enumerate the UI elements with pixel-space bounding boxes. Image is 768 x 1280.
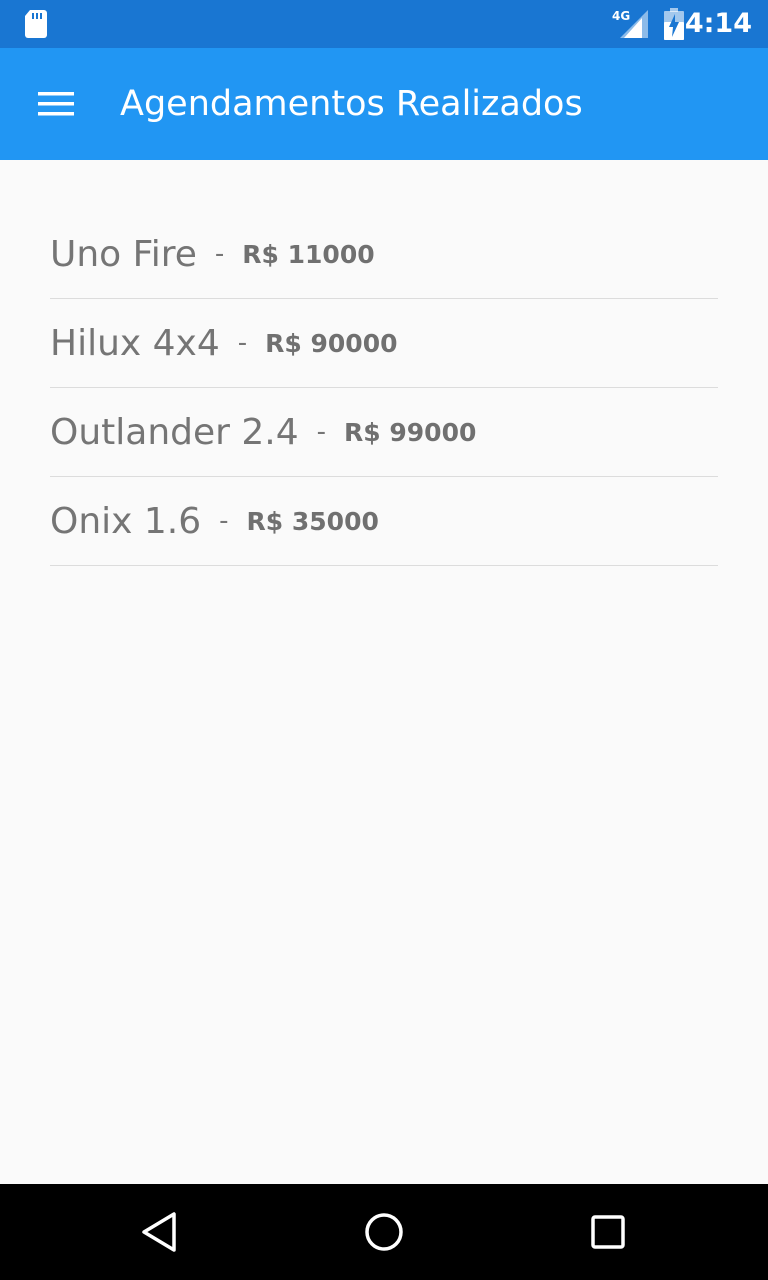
appointments-list: Uno Fire - R$ 11000 Hilux 4x4 - R$ 90000… (50, 210, 718, 566)
back-button[interactable] (136, 1208, 184, 1256)
menu-button[interactable] (28, 76, 84, 132)
signal-4g-icon: 4G (612, 9, 648, 38)
recents-icon (591, 1215, 625, 1249)
app-bar: Agendamentos Realizados (0, 48, 768, 160)
car-name: Uno Fire (50, 233, 197, 275)
list-item[interactable]: Outlander 2.4 - R$ 99000 (50, 388, 718, 477)
car-price: R$ 11000 (242, 239, 375, 269)
home-icon (365, 1213, 403, 1251)
page-title: Agendamentos Realizados (120, 84, 583, 124)
car-price: R$ 90000 (265, 328, 398, 358)
status-clock: 4:14 (684, 8, 752, 39)
battery-charging-icon (664, 8, 684, 40)
navigation-bar (0, 1184, 768, 1280)
car-price: R$ 99000 (344, 417, 477, 447)
back-icon (142, 1212, 176, 1252)
network-type-label: 4G (612, 9, 630, 23)
separator: - (316, 417, 327, 447)
separator: - (237, 328, 248, 358)
list-item[interactable]: Hilux 4x4 - R$ 90000 (50, 299, 718, 388)
sd-card-icon (25, 10, 47, 38)
separator: - (214, 239, 225, 269)
car-name: Onix 1.6 (50, 500, 202, 542)
status-bar: 4G 4:14 (0, 0, 768, 48)
list-item[interactable]: Uno Fire - R$ 11000 (50, 210, 718, 299)
hamburger-menu-icon (38, 92, 74, 116)
recents-button[interactable] (584, 1208, 632, 1256)
separator: - (219, 506, 229, 536)
list-item[interactable]: Onix 1.6 - R$ 35000 (50, 477, 718, 566)
car-name: Hilux 4x4 (50, 322, 220, 364)
car-price: R$ 35000 (246, 506, 379, 536)
home-button[interactable] (360, 1208, 408, 1256)
car-name: Outlander 2.4 (50, 411, 299, 453)
